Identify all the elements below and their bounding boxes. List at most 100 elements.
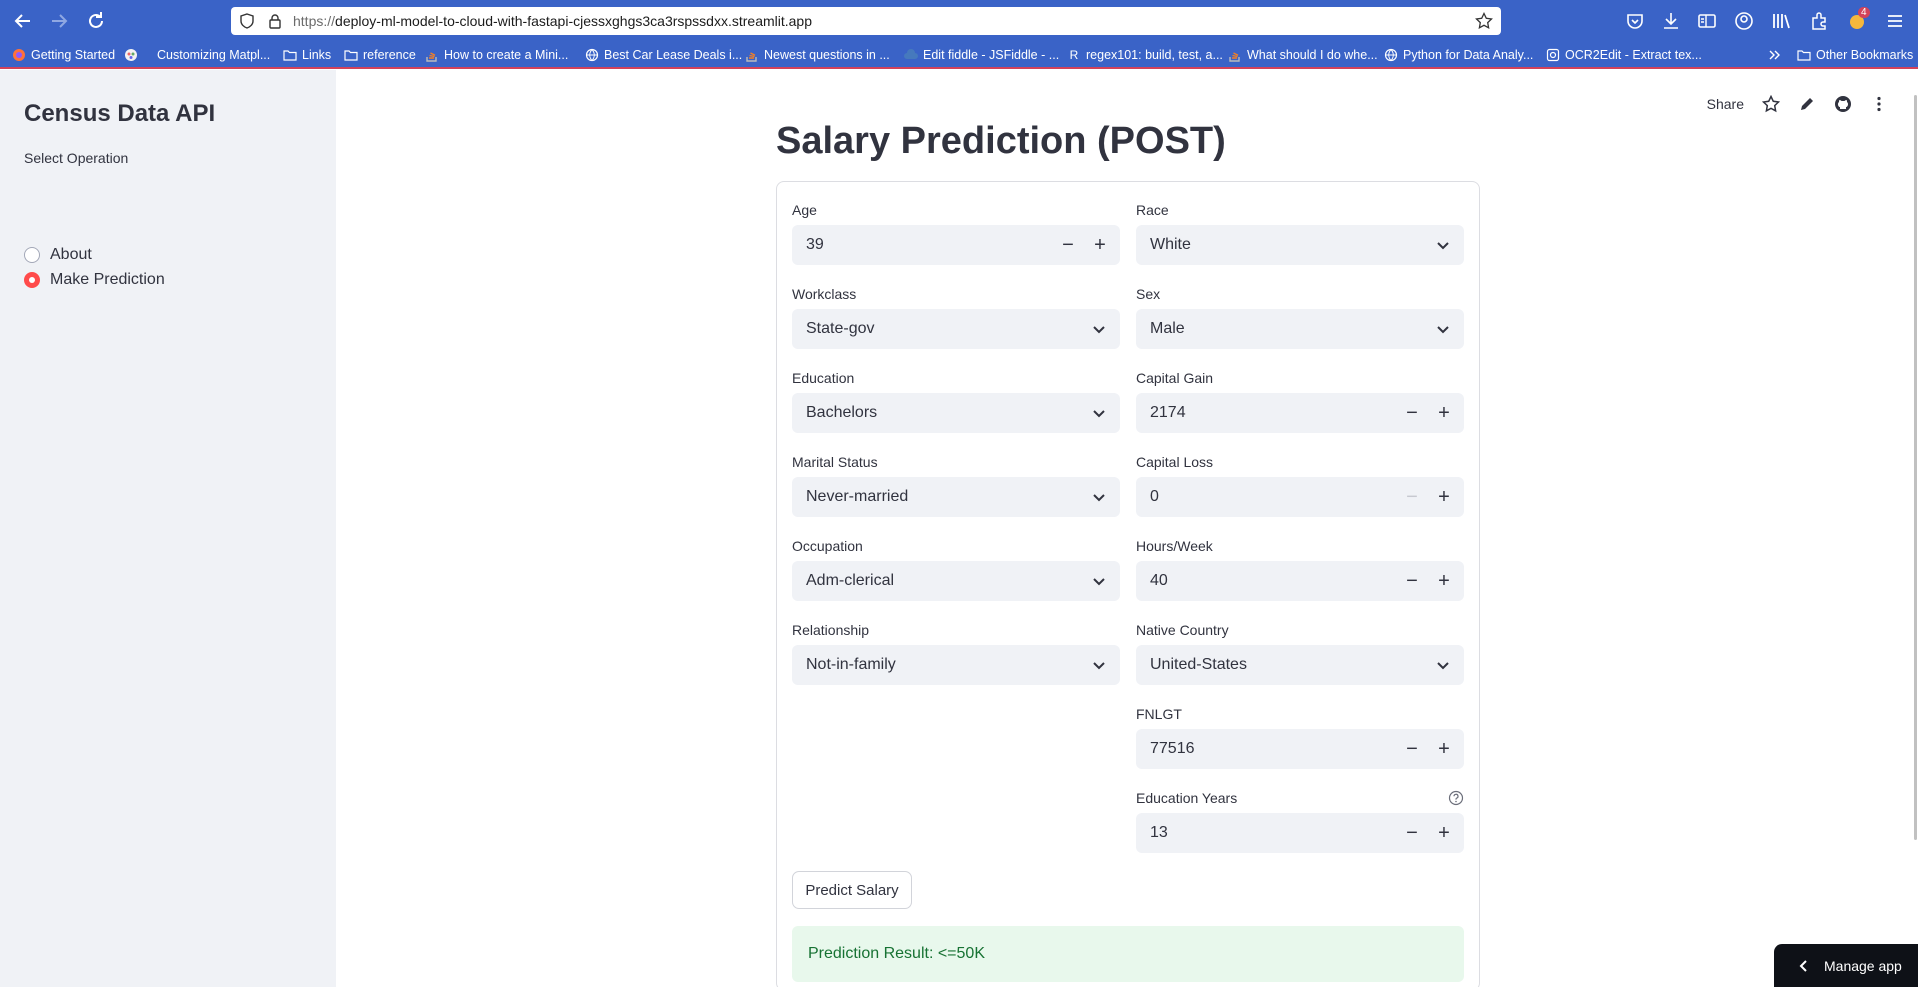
capital-loss-number-input[interactable]: 0 − +	[1136, 477, 1464, 517]
download-progress-icon[interactable]: 4	[1846, 7, 1870, 32]
education-years-number-input[interactable]: 13 − +	[1136, 813, 1464, 853]
account-icon[interactable]	[1733, 10, 1755, 32]
bookmark-item[interactable]: Best Car Lease Deals i...	[585, 46, 742, 64]
bookmark-item[interactable]: R regex101: build, test, a...	[1067, 46, 1223, 64]
age-decrement-button[interactable]: −	[1052, 225, 1084, 265]
lock-icon[interactable]	[267, 13, 283, 29]
hours-week-decrement-button[interactable]: −	[1396, 561, 1428, 601]
bookmark-folder[interactable]: Links	[283, 46, 331, 64]
bookmark-label: Other Bookmarks	[1816, 48, 1914, 62]
chevron-down-icon	[1093, 578, 1105, 586]
reload-icon	[89, 12, 103, 28]
other-bookmarks-folder[interactable]: Other Bookmarks	[1797, 46, 1913, 64]
firefox-icon	[12, 48, 26, 62]
workclass-label: Workclass	[792, 286, 857, 302]
age-value[interactable]: 39	[806, 236, 824, 254]
page-scrollbar[interactable]	[1914, 95, 1917, 840]
age-increment-button[interactable]: +	[1084, 225, 1116, 265]
globe-icon	[1384, 48, 1398, 62]
relationship-select[interactable]: Not-in-family	[792, 645, 1120, 685]
more-vertical-icon[interactable]	[1870, 95, 1888, 113]
education-years-decrement-button[interactable]: −	[1396, 813, 1428, 853]
extensions-icon[interactable]	[1808, 10, 1830, 32]
native-country-select[interactable]: United-States	[1136, 645, 1464, 685]
github-icon[interactable]	[1834, 95, 1852, 113]
star-icon[interactable]	[1762, 95, 1780, 113]
education-years-value[interactable]: 13	[1150, 824, 1168, 842]
back-arrow-icon	[14, 14, 30, 28]
fnlgt-decrement-button[interactable]: −	[1396, 729, 1428, 769]
bookmark-item[interactable]	[124, 46, 138, 64]
occupation-select[interactable]: Adm-clerical	[792, 561, 1120, 601]
radio-circle[interactable]	[24, 247, 40, 263]
chevron-down-icon	[1093, 410, 1105, 418]
stackoverflow-icon	[1228, 48, 1242, 62]
bookmarks-overflow-button[interactable]	[1768, 46, 1782, 64]
colorwheel-icon	[124, 48, 138, 62]
sidebar-title: Census Data API	[24, 100, 216, 127]
fnlgt-label: FNLGT	[1136, 706, 1182, 722]
bookmark-folder[interactable]: reference	[344, 46, 416, 64]
pocket-icon[interactable]	[1624, 10, 1646, 32]
capital-gain-decrement-button[interactable]: −	[1396, 393, 1428, 433]
workclass-select[interactable]: State-gov	[792, 309, 1120, 349]
radio-circle-selected[interactable]	[24, 272, 40, 288]
edit-pencil-icon[interactable]	[1798, 95, 1816, 113]
bookmark-star-icon[interactable]	[1475, 12, 1493, 30]
chevron-down-icon	[1093, 494, 1105, 502]
hours-week-number-input[interactable]: 40 − +	[1136, 561, 1464, 601]
bookmark-item[interactable]: What should I do whe...	[1228, 46, 1378, 64]
fnlgt-increment-button[interactable]: +	[1428, 729, 1460, 769]
download-icon[interactable]	[1660, 10, 1682, 32]
forward-arrow-icon	[52, 14, 68, 28]
library-icon[interactable]	[1770, 10, 1792, 32]
age-number-input[interactable]: 39 − +	[792, 225, 1120, 265]
back-button[interactable]	[11, 9, 35, 33]
bookmark-item[interactable]: Getting Started	[12, 46, 115, 64]
capital-loss-increment-button[interactable]: +	[1428, 477, 1460, 517]
marital-status-select[interactable]: Never-married	[792, 477, 1120, 517]
hours-week-increment-button[interactable]: +	[1428, 561, 1460, 601]
reader-view-icon[interactable]	[1696, 10, 1718, 32]
bookmark-item[interactable]: Newest questions in ...	[745, 46, 890, 64]
hours-week-value[interactable]: 40	[1150, 572, 1168, 590]
predict-salary-button[interactable]: Predict Salary	[792, 871, 912, 909]
fnlgt-value[interactable]: 77516	[1150, 740, 1195, 758]
url-text[interactable]: https://deploy-ml-model-to-cloud-with-fa…	[293, 13, 812, 29]
forward-button[interactable]	[47, 9, 71, 33]
radio-option-make-prediction[interactable]: Make Prediction	[24, 271, 165, 289]
bookmarks-bar: Getting Started Customizing Matpl... Lin…	[0, 42, 1918, 69]
folder-icon	[283, 48, 297, 62]
education-value: Bachelors	[806, 404, 878, 421]
chevron-down-icon	[1437, 242, 1449, 250]
bookmark-item[interactable]: How to create a Mini...	[425, 46, 568, 64]
capital-loss-decrement-button[interactable]: −	[1396, 477, 1428, 517]
url-bar[interactable]: https://deploy-ml-model-to-cloud-with-fa…	[231, 7, 1501, 35]
tracking-shield-icon[interactable]	[239, 13, 255, 29]
capital-gain-value[interactable]: 2174	[1150, 404, 1186, 422]
capital-gain-increment-button[interactable]: +	[1428, 393, 1460, 433]
manage-app-button[interactable]: Manage app	[1774, 944, 1918, 987]
race-select[interactable]: White	[1136, 225, 1464, 265]
capital-gain-number-input[interactable]: 2174 − +	[1136, 393, 1464, 433]
help-question-icon[interactable]	[1448, 790, 1464, 806]
capital-loss-label: Capital Loss	[1136, 454, 1214, 470]
hamburger-menu-icon[interactable]	[1884, 10, 1906, 32]
education-select[interactable]: Bachelors	[792, 393, 1120, 433]
occupation-label: Occupation	[792, 538, 863, 554]
sidebar	[0, 70, 336, 987]
education-years-increment-button[interactable]: +	[1428, 813, 1460, 853]
sex-select[interactable]: Male	[1136, 309, 1464, 349]
chevron-down-icon	[1437, 326, 1449, 334]
bookmark-item[interactable]: Python for Data Analy...	[1384, 46, 1533, 64]
capital-loss-value[interactable]: 0	[1150, 488, 1159, 506]
bookmark-item[interactable]: Customizing Matpl...	[157, 46, 270, 64]
share-button[interactable]: Share	[1707, 96, 1744, 112]
fnlgt-number-input[interactable]: 77516 − +	[1136, 729, 1464, 769]
reload-button[interactable]	[84, 9, 108, 33]
bookmark-item[interactable]: Edit fiddle - JSFiddle - ...	[904, 46, 1059, 64]
bookmark-item[interactable]: OCR2Edit - Extract tex...	[1546, 46, 1702, 64]
manage-app-label: Manage app	[1824, 957, 1902, 974]
url-scheme: https://	[293, 13, 336, 29]
radio-option-about[interactable]: About	[24, 246, 92, 264]
